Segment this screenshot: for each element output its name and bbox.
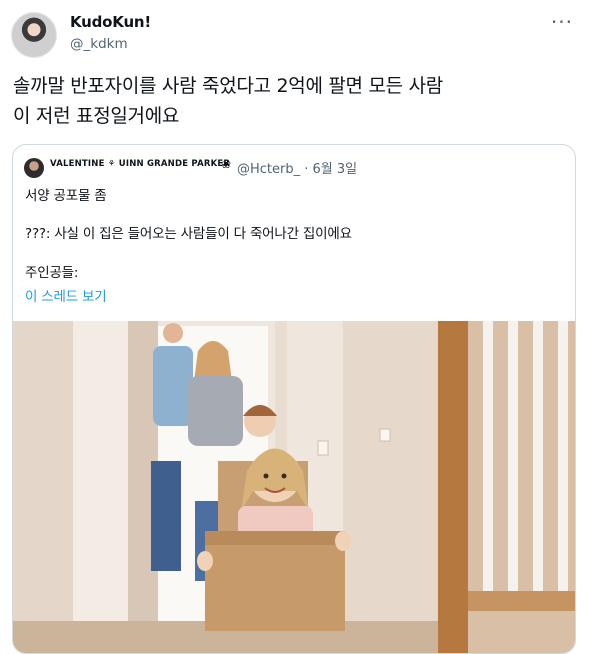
quoted-text-line-1: 서양 공포물 좀 bbox=[25, 188, 107, 204]
tweet-text-line-2: 이 저런 표정일거에요 bbox=[13, 105, 180, 127]
quoted-text-line-3: 주인공들: bbox=[25, 265, 79, 281]
more-options-icon[interactable]: ··· bbox=[551, 10, 573, 34]
quoted-handle-date[interactable]: @Hcterb_ · 6월 3일 bbox=[237, 158, 357, 177]
avatar[interactable] bbox=[11, 12, 57, 58]
flower-icon: ❀ bbox=[221, 157, 232, 171]
user-handle[interactable]: @_kdkm bbox=[70, 36, 128, 52]
quoted-tweet[interactable]: VALENTINE ⚘ UINN GRANDE PARKER ❀ @Hcterb… bbox=[12, 144, 576, 654]
quoted-display-name[interactable]: VALENTINE ⚘ UINN GRANDE PARKER bbox=[50, 159, 230, 169]
tweet-text: 솔까말 반포자이를 사람 죽었다고 2억에 팔면 모든 사람 이 저런 표정일거… bbox=[13, 71, 578, 131]
show-thread-link[interactable]: 이 스레드 보기 bbox=[25, 285, 107, 305]
quoted-avatar[interactable] bbox=[24, 158, 44, 178]
quoted-text-line-2: ???: 사실 이 집은 들어오는 사람들이 다 죽어나간 집이에요 bbox=[25, 226, 352, 242]
quoted-photo[interactable] bbox=[13, 321, 575, 653]
display-name[interactable]: KudoKun! bbox=[70, 13, 151, 31]
tweet-text-line-1: 솔까말 반포자이를 사람 죽었다고 2억에 팔면 모든 사람 bbox=[13, 75, 443, 97]
family-moving-photo bbox=[13, 321, 575, 653]
